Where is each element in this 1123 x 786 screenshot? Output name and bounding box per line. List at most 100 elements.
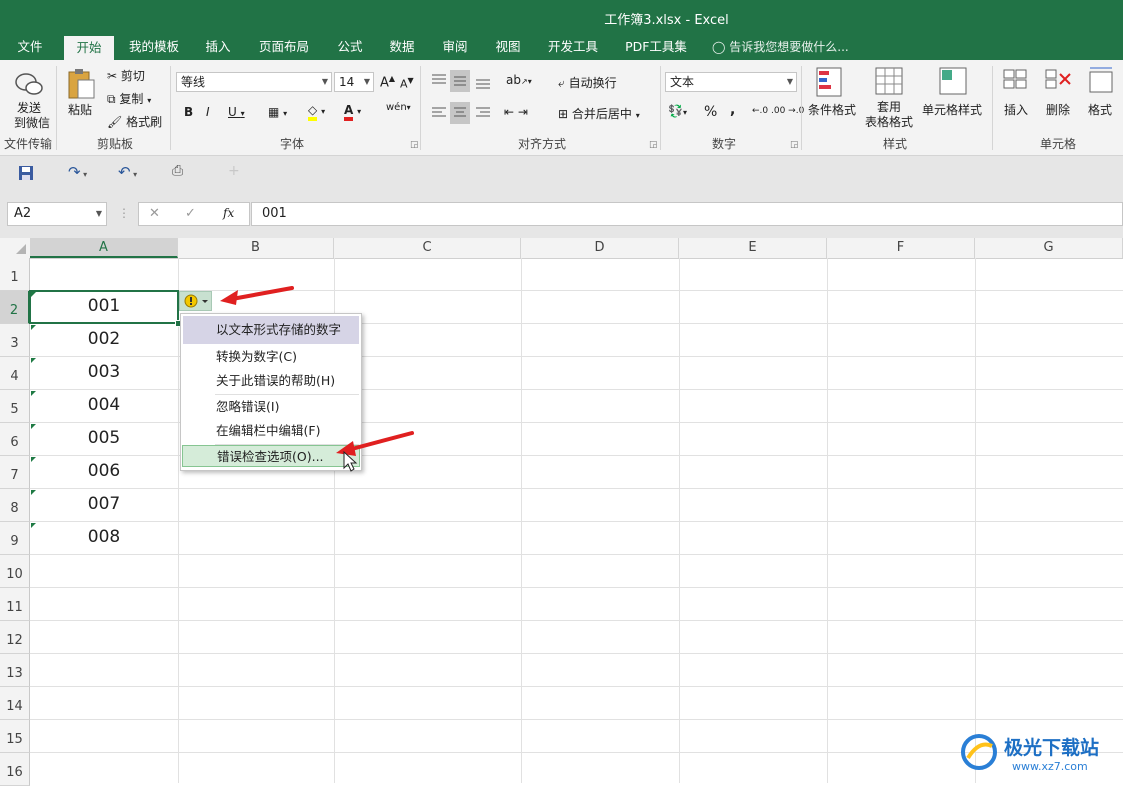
row-header-13[interactable]: 13 xyxy=(0,654,30,687)
grow-font-button[interactable]: A▲ xyxy=(380,74,395,90)
group-number: 数字 xyxy=(711,137,736,151)
cell-styles-button[interactable]: 单元格样式 xyxy=(922,101,982,118)
column-header-a[interactable]: A xyxy=(30,238,178,258)
row-header-12[interactable]: 12 xyxy=(0,621,30,654)
border-button[interactable]: ▦ ▾ xyxy=(268,105,287,119)
delete-button[interactable]: 删除 xyxy=(1046,101,1070,118)
tab-file[interactable]: 文件 xyxy=(8,36,52,60)
merge-center-button[interactable]: ⊞ 合并后居中 ▾ xyxy=(558,105,640,122)
format-painter-button[interactable]: 🖌 格式刷 xyxy=(107,113,162,130)
menu-item-ignore-error[interactable]: 忽略错误(I) xyxy=(181,396,361,418)
row-header-15[interactable]: 15 xyxy=(0,720,30,753)
ribbon: 发送 到微信 文件传输 粘贴 ✂ 剪切 ⧉ 复制 ▾ 🖌 格式刷 剪贴板 等线 ▼… xyxy=(0,60,1123,156)
cell-a7[interactable]: 006 xyxy=(30,461,178,481)
horizontal-align-icons[interactable] xyxy=(430,102,500,126)
vertical-align-icons[interactable] xyxy=(430,70,500,94)
name-box[interactable]: A2 ▼ xyxy=(7,202,107,226)
percent-button[interactable]: % xyxy=(704,104,717,120)
underline-button[interactable]: U ▾ xyxy=(228,105,245,119)
decimal-buttons[interactable]: ←.0 .00 →.0 xyxy=(752,106,804,116)
font-name-combo[interactable]: 等线 ▼ xyxy=(176,72,332,92)
tab-formulas[interactable]: 公式 xyxy=(328,36,372,60)
select-all-corner[interactable] xyxy=(8,242,28,256)
italic-button[interactable]: I xyxy=(206,105,210,119)
column-header-f[interactable]: F xyxy=(827,238,975,258)
copy-button[interactable]: ⧉ 复制 ▾ xyxy=(107,90,151,107)
row-header-8[interactable]: 8 xyxy=(0,489,30,522)
save-icon[interactable] xyxy=(18,165,34,181)
tab-insert[interactable]: 插入 xyxy=(196,36,240,60)
format-button[interactable]: 格式 xyxy=(1088,101,1112,118)
alignment-dialog-launcher[interactable]: ◲ xyxy=(649,140,658,150)
menu-item-edit-in-formula-bar[interactable]: 在编辑栏中编辑(F) xyxy=(181,420,361,442)
column-header-g[interactable]: G xyxy=(975,238,1123,258)
row-header-9[interactable]: 9 xyxy=(0,522,30,555)
insert-function-button[interactable]: fx xyxy=(223,206,234,220)
cancel-icon[interactable]: ✕ xyxy=(149,206,160,221)
row-header-2[interactable]: 2 xyxy=(0,291,30,324)
tab-page-layout[interactable]: 页面布局 xyxy=(252,36,316,60)
shrink-font-button[interactable]: A▼ xyxy=(400,76,414,91)
tab-view[interactable]: 视图 xyxy=(486,36,530,60)
phonetic-button[interactable]: wén▾ xyxy=(386,102,411,113)
tab-my-templates[interactable]: 我的模板 xyxy=(120,36,188,60)
print-preview-button[interactable]: ⎙ xyxy=(172,163,183,179)
wrap-text-button[interactable]: ⤶ 自动换行 xyxy=(558,74,617,91)
merge-icon: ⊞ xyxy=(558,107,569,121)
cell-a5[interactable]: 004 xyxy=(30,395,178,415)
tab-pdf-tools[interactable]: PDF工具集 xyxy=(618,36,694,60)
column-header-e[interactable]: E xyxy=(679,238,827,258)
row-header-5[interactable]: 5 xyxy=(0,390,30,423)
accounting-format-button[interactable]: 💱▾ xyxy=(668,104,687,118)
tab-developer[interactable]: 开发工具 xyxy=(540,36,606,60)
tell-me-box[interactable]: ◯ 告诉我您想要做什么... xyxy=(712,36,849,60)
menu-item-error-checking-options[interactable]: 错误检查选项(O)... xyxy=(182,445,360,467)
tab-data[interactable]: 数据 xyxy=(380,36,424,60)
comma-button[interactable]: , xyxy=(730,102,735,118)
row-header-1[interactable]: 1 xyxy=(0,258,30,291)
row-header-11[interactable]: 11 xyxy=(0,588,30,621)
customize-qat-button[interactable]: + xyxy=(228,163,240,179)
error-check-button[interactable] xyxy=(179,291,212,311)
font-size-combo[interactable]: 14 ▼ xyxy=(334,72,374,92)
fill-color-button[interactable]: ◇ ▾ xyxy=(308,103,325,121)
number-dialog-launcher[interactable]: ◲ xyxy=(790,140,799,150)
menu-item-help[interactable]: 关于此错误的帮助(H) xyxy=(181,370,361,392)
error-indicator xyxy=(31,391,36,396)
conditional-format-button[interactable]: 条件格式 xyxy=(808,101,856,118)
paste-button[interactable]: 粘贴 xyxy=(68,101,92,118)
column-header-b[interactable]: B xyxy=(178,238,334,258)
redo-button[interactable]: ↷ ▾ xyxy=(68,163,87,181)
menu-item-convert-to-number[interactable]: 转换为数字(C) xyxy=(181,346,361,368)
indent-buttons[interactable]: ⇤ ⇥ xyxy=(504,105,528,119)
orientation-button[interactable]: ab↗▾ xyxy=(506,73,532,87)
insert-button[interactable]: 插入 xyxy=(1004,101,1028,118)
undo-button[interactable]: ↶ ▾ xyxy=(118,163,137,181)
column-header-d[interactable]: D xyxy=(521,238,679,258)
row-header-4[interactable]: 4 xyxy=(0,357,30,390)
row-header-6[interactable]: 6 xyxy=(0,423,30,456)
row-header-16[interactable]: 16 xyxy=(0,753,30,786)
format-as-table-button[interactable]: 套用 表格格式 xyxy=(862,100,916,130)
font-color-button[interactable]: A ▾ xyxy=(344,103,361,121)
tab-home[interactable]: 开始 xyxy=(64,36,114,62)
column-header-c[interactable]: C xyxy=(334,238,521,258)
row-header-3[interactable]: 3 xyxy=(0,324,30,357)
bold-button[interactable]: B xyxy=(184,105,193,119)
wrap-icon: ⤶ xyxy=(558,76,565,90)
cell-a6[interactable]: 005 xyxy=(30,428,178,448)
cell-a4[interactable]: 003 xyxy=(30,362,178,382)
number-format-combo[interactable]: 文本 ▼ xyxy=(665,72,797,92)
cut-button[interactable]: ✂ 剪切 xyxy=(107,67,145,84)
confirm-icon[interactable]: ✓ xyxy=(185,206,196,221)
tab-review[interactable]: 审阅 xyxy=(433,36,477,60)
font-dialog-launcher[interactable]: ◲ xyxy=(410,140,419,150)
formula-input[interactable]: 001 xyxy=(251,202,1123,226)
cell-a9[interactable]: 008 xyxy=(30,527,178,547)
cell-a3[interactable]: 002 xyxy=(30,329,178,349)
row-header-14[interactable]: 14 xyxy=(0,687,30,720)
send-to-wechat-button[interactable]: 发送 到微信 xyxy=(14,101,50,131)
cell-a8[interactable]: 007 xyxy=(30,494,178,514)
row-header-7[interactable]: 7 xyxy=(0,456,30,489)
row-header-10[interactable]: 10 xyxy=(0,555,30,588)
